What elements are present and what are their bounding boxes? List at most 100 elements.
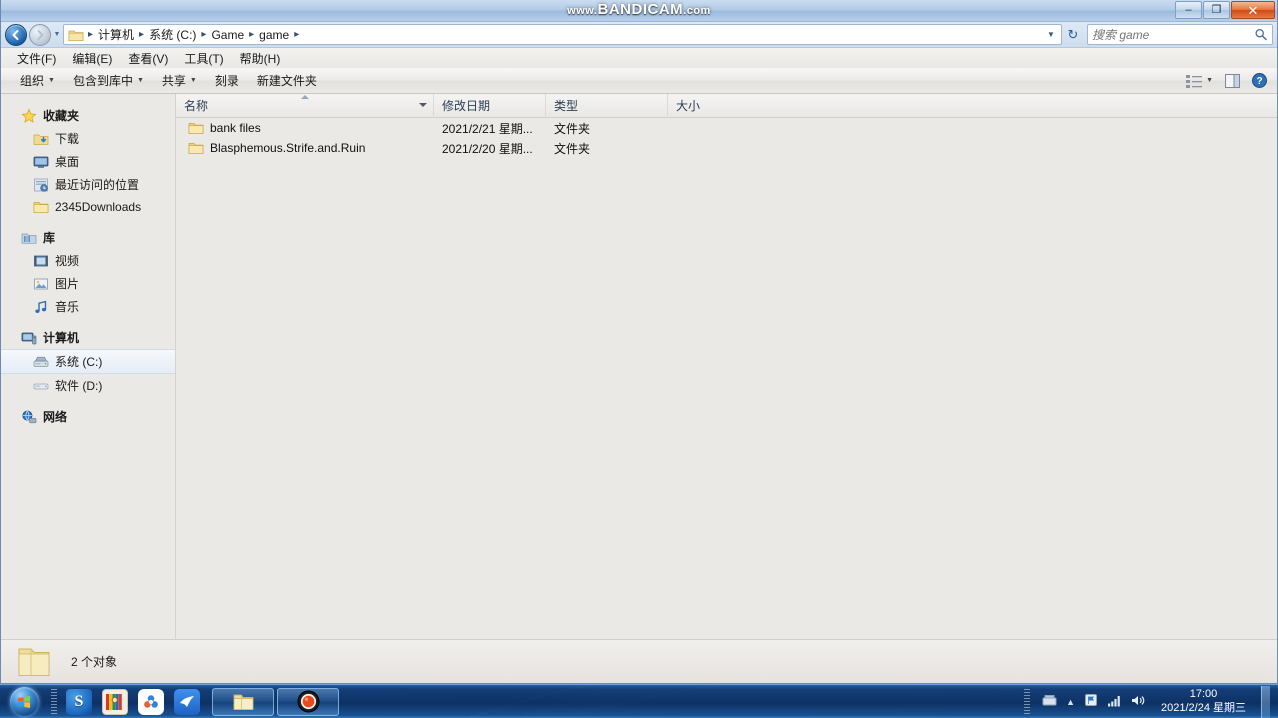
tray-expand-icon[interactable]: ▲: [1066, 697, 1075, 707]
column-filter-caret-icon[interactable]: [419, 102, 427, 107]
file-name-text: bank files: [210, 121, 261, 135]
breadcrumb: ▸ 计算机 ▸ 系统 (C:) ▸ Game ▸ game ▸: [87, 25, 300, 44]
taskbar-bandicam-button[interactable]: [277, 687, 339, 716]
breadcrumb-item-game-parent[interactable]: Game: [207, 27, 248, 43]
view-options-button[interactable]: ▼: [1180, 72, 1219, 90]
foxmail-bird-icon[interactable]: [174, 688, 200, 715]
three-circles-icon: [144, 694, 158, 708]
sidebar-item-libraries[interactable]: 库: [1, 226, 175, 249]
minimize-button[interactable]: –: [1175, 1, 1202, 19]
menu-tools[interactable]: 工具(T): [176, 48, 231, 69]
speaker-icon: [1132, 695, 1145, 705]
start-button[interactable]: [0, 686, 48, 718]
windows-start-orb-icon: [9, 687, 39, 716]
sidebar-item-software-d[interactable]: 软件 (D:): [1, 374, 175, 397]
sidebar-label-downloads: 下载: [55, 132, 80, 146]
file-name-text: Blasphemous.Strife.and.Ruin: [210, 141, 366, 155]
tray-update-icon[interactable]: [1084, 693, 1098, 710]
sidebar-item-2345downloads[interactable]: 2345Downloads: [1, 196, 175, 218]
status-text: 2 个对象: [71, 655, 118, 669]
sidebar-label-desktop: 桌面: [55, 155, 80, 169]
svg-text:?: ?: [1256, 76, 1262, 87]
sidebar-item-system-c[interactable]: 系统 (C:): [1, 349, 175, 374]
menu-file[interactable]: 文件(F): [9, 48, 64, 69]
sidebar-item-computer[interactable]: 计算机: [1, 326, 175, 349]
tray-grip[interactable]: [1024, 688, 1031, 715]
taskbar-buttons: [212, 687, 339, 716]
history-dropdown-button[interactable]: ▼: [51, 31, 63, 38]
breadcrumb-item-computer[interactable]: 计算机: [94, 25, 138, 44]
watermark-suffix: .com: [683, 5, 711, 17]
column-header-size[interactable]: 大小: [668, 94, 818, 118]
table-row[interactable]: bank files 2021/2/21 星期... 文件夹: [176, 118, 1277, 138]
refresh-button[interactable]: ↻: [1062, 27, 1084, 43]
sidebar-item-music[interactable]: 音乐: [1, 295, 175, 318]
forward-button[interactable]: [29, 23, 51, 46]
include-in-library-button[interactable]: 包含到库中 ▼: [64, 69, 153, 92]
address-bar[interactable]: ▸ 计算机 ▸ 系统 (C:) ▸ Game ▸ game ▸ ▼: [63, 24, 1062, 45]
clock-date: 2021/2/24 星期三: [1161, 701, 1246, 714]
taskbar-clock[interactable]: 17:00 2021/2/24 星期三: [1155, 688, 1252, 716]
sidebar-label-2345downloads: 2345Downloads: [55, 200, 142, 214]
sidebar-label-libraries: 库: [43, 231, 56, 245]
system-tray: ▲ 17:00 2021/2/24 星期三: [1021, 685, 1278, 718]
table-row[interactable]: Blasphemous.Strife.and.Ruin 2021/2/20 星期…: [176, 138, 1277, 158]
network-signal-icon[interactable]: [1107, 694, 1122, 710]
search-input[interactable]: [1092, 27, 1254, 42]
folder-icon: [33, 202, 49, 213]
computer-icon: [21, 332, 37, 344]
show-desktop-button[interactable]: [1261, 685, 1270, 718]
volume-icon[interactable]: [1131, 694, 1146, 710]
column-header-date[interactable]: 修改日期: [434, 93, 546, 118]
sogou-browser-icon[interactable]: S: [66, 688, 92, 715]
taskbar-explorer-button[interactable]: [212, 687, 274, 716]
menu-help[interactable]: 帮助(H): [232, 48, 289, 69]
include-in-library-label: 包含到库中: [72, 74, 133, 88]
preview-pane-button[interactable]: [1219, 72, 1246, 90]
file-name-cell: bank files: [176, 120, 434, 136]
file-date-cell: 2021/2/20 星期...: [442, 141, 533, 156]
back-button[interactable]: [5, 23, 27, 46]
tray-box-icon: [1042, 694, 1057, 705]
sidebar-item-desktop[interactable]: 桌面: [1, 150, 175, 173]
folder-icon: [18, 648, 50, 676]
sidebar-item-recent-places[interactable]: 最近访问的位置: [1, 173, 175, 196]
cloud-app-icon[interactable]: [138, 688, 164, 715]
taskbar-grip[interactable]: [51, 688, 57, 715]
clock-time: 17:00: [1189, 687, 1218, 700]
search-box[interactable]: [1087, 24, 1273, 45]
menu-view[interactable]: 查看(V): [120, 48, 176, 69]
downloads-icon: [33, 134, 49, 145]
sidebar-item-favorites[interactable]: 收藏夹: [1, 104, 175, 127]
breadcrumb-separator: ▸: [249, 29, 255, 40]
hard-drive-icon: [33, 356, 49, 367]
folder-icon: [233, 694, 253, 710]
sidebar-item-network[interactable]: 网络: [1, 405, 175, 428]
menu-edit[interactable]: 编辑(E): [64, 48, 120, 69]
tray-app-icon[interactable]: [1042, 694, 1057, 710]
sidebar-item-downloads[interactable]: 下载: [1, 127, 175, 150]
organize-button[interactable]: 组织 ▼: [11, 69, 64, 92]
bandicam-watermark: www.BANDICAM.com: [567, 1, 711, 18]
breadcrumb-item-system-c[interactable]: 系统 (C:): [145, 25, 200, 44]
column-header-type[interactable]: 类型: [546, 93, 668, 118]
breadcrumb-separator: ▸: [88, 29, 94, 40]
breadcrumb-separator: ▸: [294, 29, 300, 40]
close-button[interactable]: ✕: [1231, 1, 1275, 19]
sidebar-item-videos[interactable]: 视频: [1, 249, 175, 272]
column-header-name[interactable]: 名称: [176, 93, 434, 118]
new-folder-button[interactable]: 新建文件夹: [248, 69, 326, 92]
winrar-icon[interactable]: [102, 688, 128, 715]
sidebar-label-favorites: 收藏夹: [43, 109, 80, 123]
view-options-icon: [1186, 74, 1203, 88]
share-button[interactable]: 共享 ▼: [153, 69, 206, 92]
column-label-type: 类型: [554, 99, 579, 113]
address-dropdown-button[interactable]: ▼: [1043, 30, 1059, 39]
burn-button[interactable]: 刻录: [206, 69, 248, 92]
file-type-cell: 文件夹: [554, 141, 591, 156]
maximize-button[interactable]: ❐: [1203, 1, 1230, 19]
title-bar[interactable]: www.BANDICAM.com – ❐ ✕: [1, 0, 1277, 22]
breadcrumb-item-game[interactable]: game: [255, 27, 293, 43]
help-button[interactable]: ?: [1246, 71, 1273, 90]
sidebar-item-pictures[interactable]: 图片: [1, 272, 175, 295]
